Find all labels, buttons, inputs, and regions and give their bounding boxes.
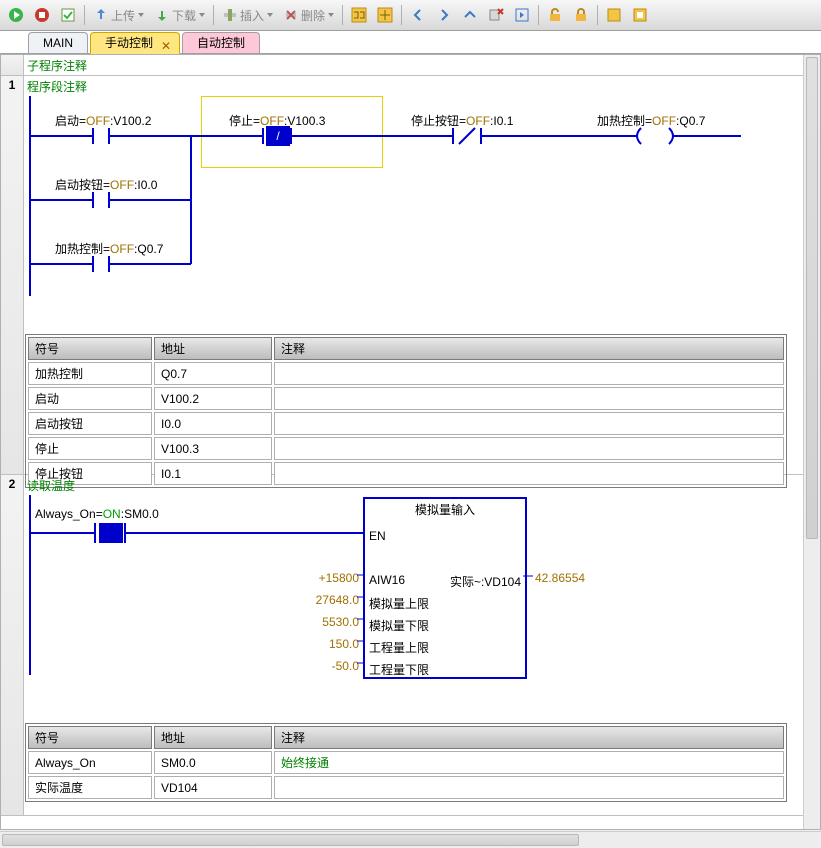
delete-button[interactable]: 删除: [279, 4, 338, 26]
nav-right2-button[interactable]: [510, 4, 534, 26]
upload-label: 上传: [111, 7, 135, 24]
compile-button[interactable]: [56, 4, 80, 26]
separator: [597, 5, 598, 25]
close-icon[interactable]: ✕: [161, 36, 173, 48]
network-title: 程序段注释: [27, 78, 87, 95]
vertical-scrollbar[interactable]: [803, 55, 820, 829]
nav-delete-button[interactable]: [484, 4, 508, 26]
delete-label: 删除: [301, 7, 325, 24]
table-row[interactable]: 实际温度VD104: [28, 776, 784, 799]
table-row[interactable]: 启动按钮I0.0: [28, 412, 784, 435]
col-address: 地址: [154, 337, 272, 360]
col-symbol: 符号: [28, 337, 152, 360]
tab-auto[interactable]: 自动控制: [182, 32, 260, 53]
horizontal-scrollbar[interactable]: [0, 831, 821, 848]
fb-value: +15800: [313, 571, 359, 585]
editor-shell: 子程序注释 1 程序段注释 启动=OFF:V100.2 停止=OFF:V100.…: [0, 54, 821, 830]
coil-icon[interactable]: [571, 126, 741, 146]
download-label: 下载: [172, 7, 196, 24]
symbol-table[interactable]: 符号地址注释 Always_OnSM0.0始终接通 实际温度VD104: [25, 723, 787, 802]
fb-value: 150.0: [307, 637, 359, 651]
contact-state-icon: [99, 523, 123, 543]
tab-manual[interactable]: 手动控制 ✕: [90, 32, 180, 54]
fb-value: -50.0: [307, 659, 359, 673]
fb-pin-en: EN: [369, 529, 386, 543]
fb-pin: 模拟量上限: [369, 595, 429, 612]
tool-branch-b[interactable]: [373, 4, 397, 26]
fb-title: 模拟量输入: [365, 499, 525, 520]
tab-main[interactable]: MAIN: [28, 32, 88, 53]
nav-up-button[interactable]: [458, 4, 482, 26]
separator: [401, 5, 402, 25]
fb-pin: 工程量下限: [369, 661, 429, 678]
contact-nc-icon[interactable]: [381, 126, 571, 146]
table-row[interactable]: 加热控制Q0.7: [28, 362, 784, 385]
symbol-table[interactable]: 符号地址注释 加热控制Q0.7 启动V100.2 启动按钮I0.0 停止V100…: [25, 334, 787, 488]
fb-pin: 模拟量下限: [369, 617, 429, 634]
nav-left-button[interactable]: [406, 4, 430, 26]
bookmark2-button[interactable]: [628, 4, 652, 26]
col-address: 地址: [154, 726, 272, 749]
fb-value: 27648.0: [307, 593, 359, 607]
col-comment: 注释: [274, 726, 784, 749]
separator: [538, 5, 539, 25]
table-row[interactable]: 停止V100.3: [28, 437, 784, 460]
col-comment: 注释: [274, 337, 784, 360]
lock-closed-button[interactable]: [569, 4, 593, 26]
table-row[interactable]: Always_OnSM0.0始终接通: [28, 751, 784, 774]
tab-strip: MAIN 手动控制 ✕ 自动控制: [0, 31, 821, 54]
separator: [84, 5, 85, 25]
scrollbar-thumb[interactable]: [806, 57, 818, 539]
contact-no-icon[interactable]: [31, 254, 191, 274]
scrollbar-thumb[interactable]: [2, 834, 579, 846]
network-number: 2: [1, 475, 24, 815]
contact-no-icon[interactable]: [31, 190, 191, 210]
insert-label: 插入: [240, 7, 264, 24]
separator: [213, 5, 214, 25]
function-block[interactable]: 模拟量输入 EN AIW16 模拟量上限 模拟量下限 工程量上限 工程量下限 实…: [363, 497, 527, 679]
contact-closed-icon[interactable]: [31, 521, 363, 545]
fb-pin: AIW16: [369, 573, 405, 587]
stop-button[interactable]: [30, 4, 54, 26]
lock-open-button[interactable]: [543, 4, 567, 26]
insert-button[interactable]: 插入: [218, 4, 277, 26]
fb-value: 5530.0: [307, 615, 359, 629]
fb-pin-out: 实际~:VD104: [450, 573, 521, 590]
col-symbol: 符号: [28, 726, 152, 749]
network-number: 1: [1, 76, 24, 474]
tool-branch-a[interactable]: [347, 4, 371, 26]
bookmark-button[interactable]: [602, 4, 626, 26]
tab-manual-label: 手动控制: [105, 36, 153, 50]
ladder-canvas[interactable]: 子程序注释 1 程序段注释 启动=OFF:V100.2 停止=OFF:V100.…: [1, 55, 804, 829]
contact-label: Always_On=ON:SM0.0: [35, 507, 159, 521]
network-1: 1 程序段注释 启动=OFF:V100.2 停止=OFF:V100.3 / 停止…: [1, 76, 804, 475]
download-button[interactable]: 下载: [150, 4, 209, 26]
separator: [342, 5, 343, 25]
nav-right-button[interactable]: [432, 4, 456, 26]
subroutine-comment-row: 子程序注释: [1, 55, 804, 76]
network-title: 读取温度: [27, 477, 75, 494]
subroutine-comment: 子程序注释: [27, 57, 87, 74]
network-2: 2 读取温度 Always_On=ON:SM0.0 模拟量输入 EN AIW16…: [1, 475, 804, 816]
main-toolbar: 上传 下载 插入 删除: [0, 0, 821, 31]
run-button[interactable]: [4, 4, 28, 26]
nc-slash-icon: /: [266, 126, 290, 146]
fb-pin: 工程量上限: [369, 639, 429, 656]
table-row[interactable]: 启动V100.2: [28, 387, 784, 410]
upload-button[interactable]: 上传: [89, 4, 148, 26]
fb-out-value: 42.86554: [535, 571, 585, 585]
contact-no-icon[interactable]: [31, 126, 191, 146]
